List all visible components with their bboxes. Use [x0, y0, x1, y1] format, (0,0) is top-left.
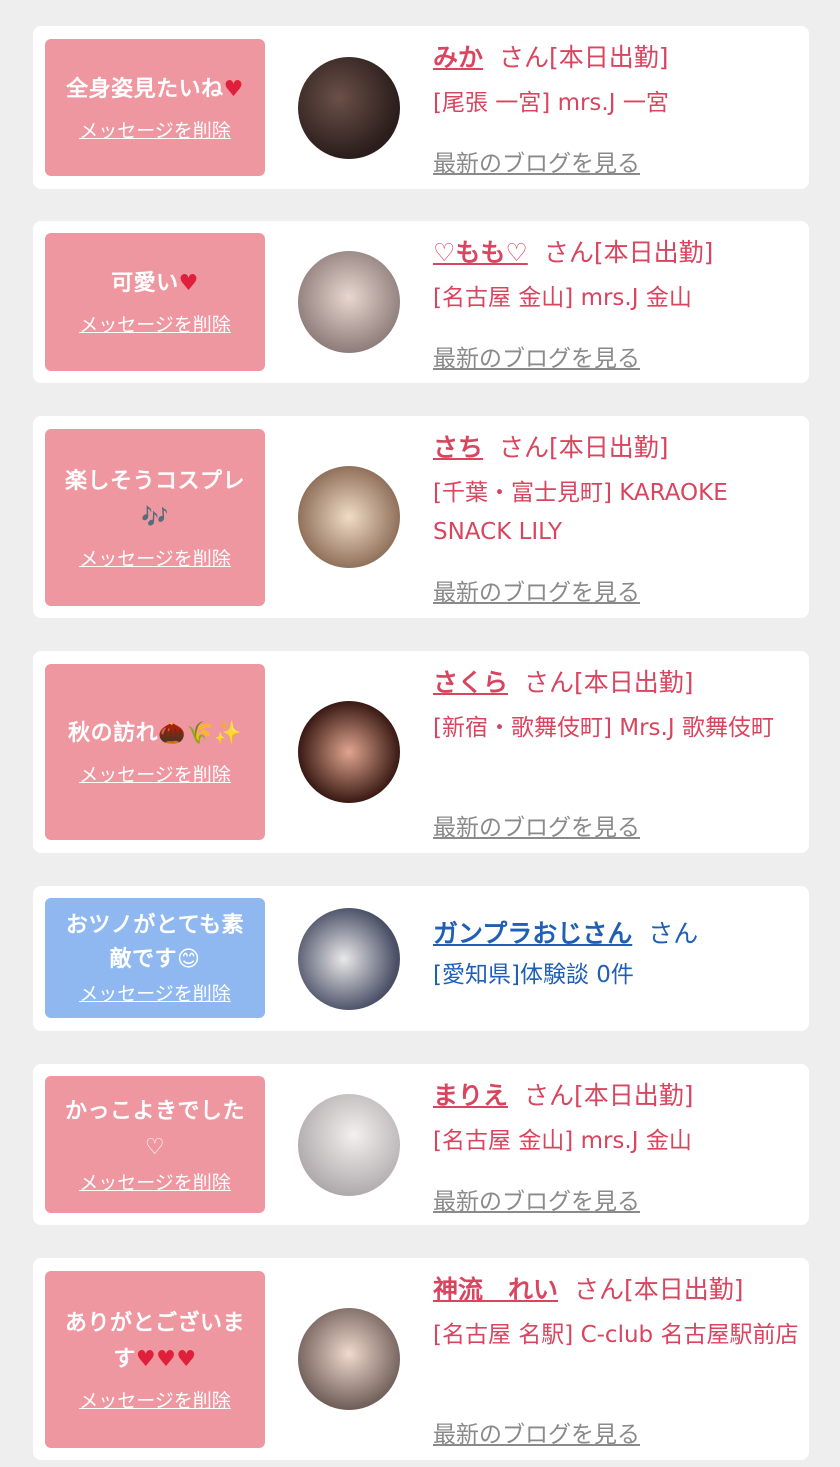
status-label: [本日出勤] — [574, 668, 694, 697]
heart-emoji: ♥ — [178, 271, 199, 296]
shop-label: [尾張 一宮] mrs.J 一宮 — [433, 90, 669, 116]
avatar[interactable] — [298, 251, 400, 353]
profile-name-link[interactable]: さち — [433, 433, 483, 462]
message-card: 秋の訪れ🌰🌾✨ メッセージを削除 さくら さん[本日出勤] [新宿・歌舞伎町] M… — [33, 651, 809, 853]
blog-link[interactable]: 最新のブログを見る — [433, 1182, 640, 1216]
smile-emoji: 😊 — [177, 947, 201, 972]
message-bubble: 可愛い♥ メッセージを削除 — [45, 233, 265, 371]
delete-message-link[interactable]: メッセージを削除 — [79, 1170, 231, 1196]
shop-label: [新宿・歌舞伎町] Mrs.J 歌舞伎町 — [433, 715, 774, 741]
hearts-emoji: ♥♥♥ — [135, 1346, 197, 1372]
profile-name-link[interactable]: まりえ — [433, 1081, 508, 1110]
profile-info: 神流 れい さん[本日出勤] [名古屋 名駅] C-club 名古屋駅前店 最新の… — [433, 1274, 803, 1449]
shop-label: [名古屋 金山] mrs.J 金山 — [433, 1128, 692, 1154]
profile-name-link[interactable]: ♡もも♡ — [433, 238, 528, 267]
blog-link[interactable]: 最新のブログを見る — [433, 1415, 640, 1449]
delete-message-link[interactable]: メッセージを削除 — [79, 118, 231, 144]
status-label: [本日出勤] — [549, 433, 669, 462]
message-card: 楽しそうコスプレ 🎶 メッセージを削除 さち さん[本日出勤] [千葉・富士見町] … — [33, 416, 809, 618]
shop-label: [名古屋 名駅] C-club 名古屋駅前店 — [433, 1322, 799, 1348]
heart-emoji: ♥ — [223, 76, 244, 102]
profile-info: さくら さん[本日出勤] [新宿・歌舞伎町] Mrs.J 歌舞伎町 最新のブログを… — [433, 667, 803, 842]
profile-info: ♡もも♡ さん[本日出勤] [名古屋 金山] mrs.J 金山 最新のブログを見る — [433, 237, 803, 372]
delete-message-link[interactable]: メッセージを削除 — [79, 1388, 231, 1414]
avatar[interactable] — [298, 701, 400, 803]
message-card: 可愛い♥ メッセージを削除 ♡もも♡ さん[本日出勤] [名古屋 金山] mrs.… — [33, 221, 809, 383]
message-card: 全身姿見たいね♥ メッセージを削除 みか さん[本日出勤] [尾張 一宮] mrs… — [33, 26, 809, 189]
profile-name-link[interactable]: ガンプラおじさん — [433, 919, 632, 948]
profile-info: ガンプラおじさん さん [愛知県]体験談 0件 — [433, 918, 803, 1018]
avatar[interactable] — [298, 466, 400, 568]
blog-link[interactable]: 最新のブログを見る — [433, 573, 640, 607]
message-text: おツノがとても素敵です😊 — [65, 913, 245, 972]
status-label: [本日出勤] — [624, 1275, 744, 1304]
message-bubble: おツノがとても素敵です😊 メッセージを削除 — [45, 898, 265, 1018]
message-text: かっこよきでした ♡ — [64, 1098, 245, 1160]
profile-name-link[interactable]: みか — [433, 43, 483, 72]
message-card: おツノがとても素敵です😊 メッセージを削除 ガンプラおじさん さん [愛知県]体験… — [33, 886, 809, 1031]
blog-link[interactable]: 最新のブログを見る — [433, 144, 640, 178]
shop-label: [名古屋 金山] mrs.J 金山 — [433, 285, 692, 311]
profile-name-link[interactable]: 神流 れい — [433, 1275, 558, 1304]
avatar[interactable] — [298, 1308, 400, 1410]
message-bubble: 全身姿見たいね♥ メッセージを削除 — [45, 39, 265, 176]
message-card: ありがとございます♥♥♥ メッセージを削除 神流 れい さん[本日出勤] [名古屋… — [33, 1258, 809, 1460]
profile-info: まりえ さん[本日出勤] [名古屋 金山] mrs.J 金山 最新のブログを見る — [433, 1080, 803, 1215]
message-text: 可愛い♥ — [111, 271, 199, 296]
music-emoji: 🎶 — [141, 504, 169, 530]
avatar[interactable] — [298, 57, 400, 159]
message-text: ありがとございます♥♥♥ — [64, 1310, 245, 1372]
message-card: かっこよきでした ♡ メッセージを削除 まりえ さん[本日出勤] [名古屋 金山] … — [33, 1064, 809, 1225]
blog-link[interactable]: 最新のブログを見る — [433, 339, 640, 373]
blog-link[interactable]: 最新のブログを見る — [433, 808, 640, 842]
message-bubble: かっこよきでした ♡ メッセージを削除 — [45, 1076, 265, 1213]
autumn-emoji: 🌰🌾✨ — [158, 721, 242, 746]
avatar[interactable] — [298, 908, 400, 1010]
profile-info: みか さん[本日出勤] [尾張 一宮] mrs.J 一宮 最新のブログを見る — [433, 42, 803, 177]
shop-label: [千葉・富士見町] KARAOKE SNACK LILY — [433, 480, 728, 545]
profile-info: さち さん[本日出勤] [千葉・富士見町] KARAOKE SNACK LILY … — [433, 432, 803, 607]
message-bubble: 楽しそうコスプレ 🎶 メッセージを削除 — [45, 429, 265, 606]
delete-message-link[interactable]: メッセージを削除 — [79, 981, 231, 1007]
shop-label: [愛知県]体験談 0件 — [433, 962, 634, 988]
message-text: 全身姿見たいね♥ — [66, 76, 244, 102]
delete-message-link[interactable]: メッセージを削除 — [79, 312, 231, 338]
status-label: [本日出勤] — [574, 1081, 694, 1110]
message-text: 楽しそうコスプレ 🎶 — [64, 468, 245, 530]
heart-outline-emoji: ♡ — [144, 1134, 166, 1160]
profile-name-link[interactable]: さくら — [433, 668, 508, 697]
delete-message-link[interactable]: メッセージを削除 — [79, 546, 231, 572]
message-bubble: 秋の訪れ🌰🌾✨ メッセージを削除 — [45, 664, 265, 840]
avatar[interactable] — [298, 1094, 400, 1196]
status-label: [本日出勤] — [593, 238, 714, 267]
status-label: [本日出勤] — [549, 43, 669, 72]
message-text: 秋の訪れ🌰🌾✨ — [68, 721, 242, 746]
message-bubble: ありがとございます♥♥♥ メッセージを削除 — [45, 1271, 265, 1448]
delete-message-link[interactable]: メッセージを削除 — [79, 762, 231, 788]
